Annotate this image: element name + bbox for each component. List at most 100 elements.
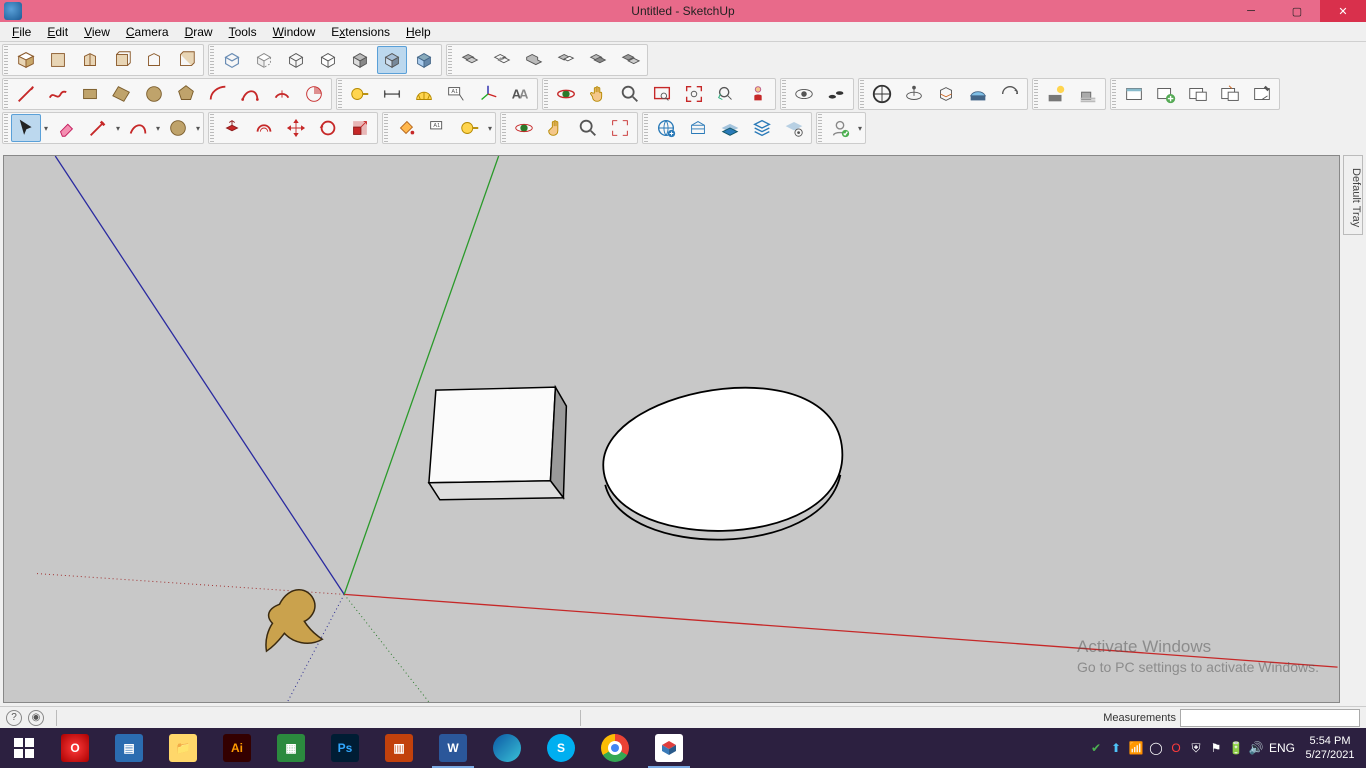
text-tool-button[interactable]: A1	[441, 80, 471, 108]
shape-alt-button[interactable]	[163, 114, 193, 142]
shape-dropdown-icon[interactable]	[194, 124, 202, 133]
layers-stack-button[interactable]	[747, 114, 777, 142]
display-section-cuts-button[interactable]	[931, 80, 961, 108]
delete-scene-button[interactable]	[1215, 80, 1245, 108]
menu-help[interactable]: Help	[398, 23, 439, 41]
close-button[interactable]: ✕	[1320, 0, 1366, 22]
intersect-button[interactable]	[487, 46, 517, 74]
arc3-tool-button[interactable]	[267, 80, 297, 108]
zoom-extents-button[interactable]	[679, 80, 709, 108]
help-icon[interactable]: ?	[6, 710, 22, 726]
task-opera[interactable]: O	[48, 728, 102, 768]
extension-settings-button[interactable]	[779, 114, 809, 142]
shaded-textures-style-button[interactable]	[377, 46, 407, 74]
scenes-button[interactable]	[1119, 80, 1149, 108]
right-view-button[interactable]	[107, 46, 137, 74]
text-label-button[interactable]: A1	[423, 114, 453, 142]
walk-button[interactable]	[821, 80, 851, 108]
tray-opera-icon[interactable]: O	[1166, 733, 1186, 763]
rotated-rectangle-button[interactable]	[107, 80, 137, 108]
tray-armoury-icon[interactable]: ⛨	[1186, 733, 1206, 763]
task-explorer[interactable]: 📁	[156, 728, 210, 768]
zoom-window-button[interactable]	[647, 80, 677, 108]
shaded-style-button[interactable]	[345, 46, 375, 74]
account-button[interactable]	[825, 114, 855, 142]
menu-edit[interactable]: Edit	[39, 23, 76, 41]
line-tool-button[interactable]	[11, 80, 41, 108]
task-edge[interactable]	[480, 728, 534, 768]
tray-volume-icon[interactable]: 🔊	[1246, 733, 1266, 763]
section-toggle-button[interactable]	[995, 80, 1025, 108]
line-alt-button[interactable]	[83, 114, 113, 142]
iso-view-button[interactable]	[11, 46, 41, 74]
orbit-button[interactable]	[551, 80, 581, 108]
offset-button[interactable]	[249, 114, 279, 142]
task-libre-impress[interactable]: ▥	[372, 728, 426, 768]
extension-warehouse-button[interactable]	[683, 114, 713, 142]
viewport[interactable]: Activate Windows Go to PC settings to ac…	[3, 155, 1340, 703]
measurements-input[interactable]	[1180, 709, 1360, 727]
zoom-button[interactable]	[615, 80, 645, 108]
fog-button[interactable]	[1073, 80, 1103, 108]
tape-measure-alt-button[interactable]	[455, 114, 485, 142]
pan-alt-button[interactable]	[541, 114, 571, 142]
push-pull-button[interactable]	[217, 114, 247, 142]
menu-tools[interactable]: Tools	[221, 23, 265, 41]
arc2-tool-button[interactable]	[235, 80, 265, 108]
update-scene-button[interactable]	[1183, 80, 1213, 108]
3dwarehouse-button[interactable]	[651, 114, 681, 142]
account-dropdown-icon[interactable]	[856, 124, 864, 133]
tray-flag-icon[interactable]: ⚑	[1206, 733, 1226, 763]
scale-button[interactable]	[345, 114, 375, 142]
arc-dropdown-icon[interactable]	[154, 124, 162, 133]
trim-button[interactable]	[583, 46, 613, 74]
wireframe-style-button[interactable]	[281, 46, 311, 74]
line-dropdown-icon[interactable]	[114, 124, 122, 133]
menu-file[interactable]: File	[4, 23, 39, 41]
task-chrome[interactable]	[588, 728, 642, 768]
position-camera-button[interactable]	[743, 80, 773, 108]
menu-window[interactable]: Window	[265, 23, 324, 41]
zoom-alt-button[interactable]	[573, 114, 603, 142]
orbit-alt-button[interactable]	[509, 114, 539, 142]
hiddenline-style-button[interactable]	[313, 46, 343, 74]
arc-tool-button[interactable]	[203, 80, 233, 108]
move-button[interactable]	[281, 114, 311, 142]
shadows-button[interactable]	[1041, 80, 1071, 108]
display-section-fill-button[interactable]	[963, 80, 993, 108]
section-plane-button[interactable]	[867, 80, 897, 108]
add-scene-button[interactable]	[1151, 80, 1181, 108]
union-button[interactable]	[519, 46, 549, 74]
zoom-extents-alt-button[interactable]	[605, 114, 635, 142]
tray-clock[interactable]: 5:54 PM 5/27/2021	[1298, 732, 1362, 765]
task-word[interactable]: W	[426, 728, 480, 768]
dimension-button[interactable]	[377, 80, 407, 108]
protractor-button[interactable]	[409, 80, 439, 108]
scene-settings-button[interactable]	[1247, 80, 1277, 108]
select-tool-button[interactable]	[11, 114, 41, 142]
tray-language[interactable]: ENG	[1266, 733, 1298, 763]
rectangle-tool-button[interactable]	[75, 80, 105, 108]
menu-draw[interactable]: Draw	[177, 23, 221, 41]
xray-style-button[interactable]	[217, 46, 247, 74]
pan-button[interactable]	[583, 80, 613, 108]
default-tray-tab[interactable]: Default Tray	[1343, 155, 1363, 235]
tray-network-icon[interactable]: 📶	[1126, 733, 1146, 763]
start-button[interactable]	[0, 728, 48, 768]
task-sketchup[interactable]	[642, 728, 696, 768]
task-libre-writer[interactable]: ▤	[102, 728, 156, 768]
look-around-button[interactable]	[789, 80, 819, 108]
circle-tool-button[interactable]	[139, 80, 169, 108]
tape-dropdown-icon[interactable]	[486, 124, 494, 133]
tray-check-icon[interactable]: ✔	[1086, 733, 1106, 763]
polygon-tool-button[interactable]	[171, 80, 201, 108]
top-view-button[interactable]	[43, 46, 73, 74]
previous-view-button[interactable]	[711, 80, 741, 108]
task-skype[interactable]: S	[534, 728, 588, 768]
axes-tool-button[interactable]	[473, 80, 503, 108]
menu-extensions[interactable]: Extensions	[323, 23, 398, 41]
front-view-button[interactable]	[75, 46, 105, 74]
display-section-planes-button[interactable]	[899, 80, 929, 108]
left-view-button[interactable]	[171, 46, 201, 74]
tray-dell-icon[interactable]: ◯	[1146, 733, 1166, 763]
